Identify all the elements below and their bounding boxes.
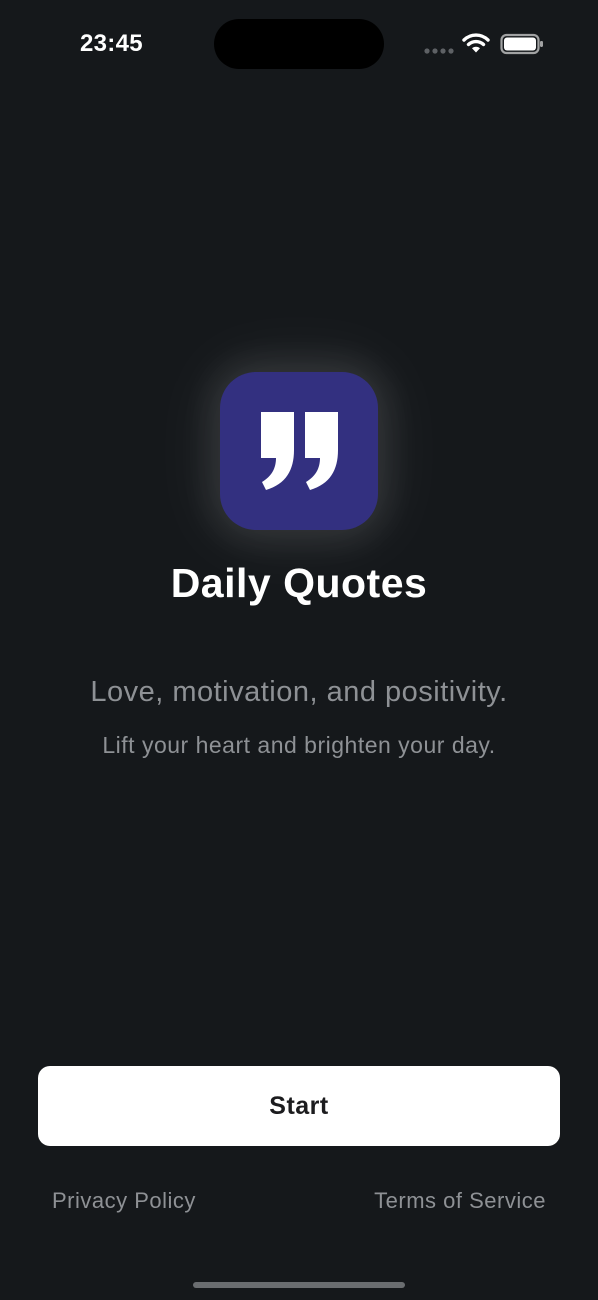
home-indicator[interactable]	[193, 1282, 405, 1288]
status-time: 23:45	[80, 30, 143, 57]
cellular-signal-icon	[424, 48, 454, 54]
privacy-policy-link[interactable]: Privacy Policy	[52, 1188, 196, 1214]
wifi-icon	[462, 33, 490, 53]
tagline: Love, motivation, and positivity.	[90, 676, 508, 708]
battery-icon	[500, 33, 543, 55]
app-title: Daily Quotes	[170, 560, 428, 606]
subtagline: Lift your heart and brighten your day.	[102, 732, 496, 758]
terms-of-service-link[interactable]: Terms of Service	[374, 1188, 546, 1214]
app-icon	[220, 372, 378, 530]
start-button[interactable]: Start	[38, 1066, 560, 1146]
onboarding-screen: 23:45 Daily Quotes Love, motivation, and…	[0, 0, 598, 1300]
quote-marks-icon	[261, 412, 338, 490]
dynamic-island	[214, 19, 384, 69]
